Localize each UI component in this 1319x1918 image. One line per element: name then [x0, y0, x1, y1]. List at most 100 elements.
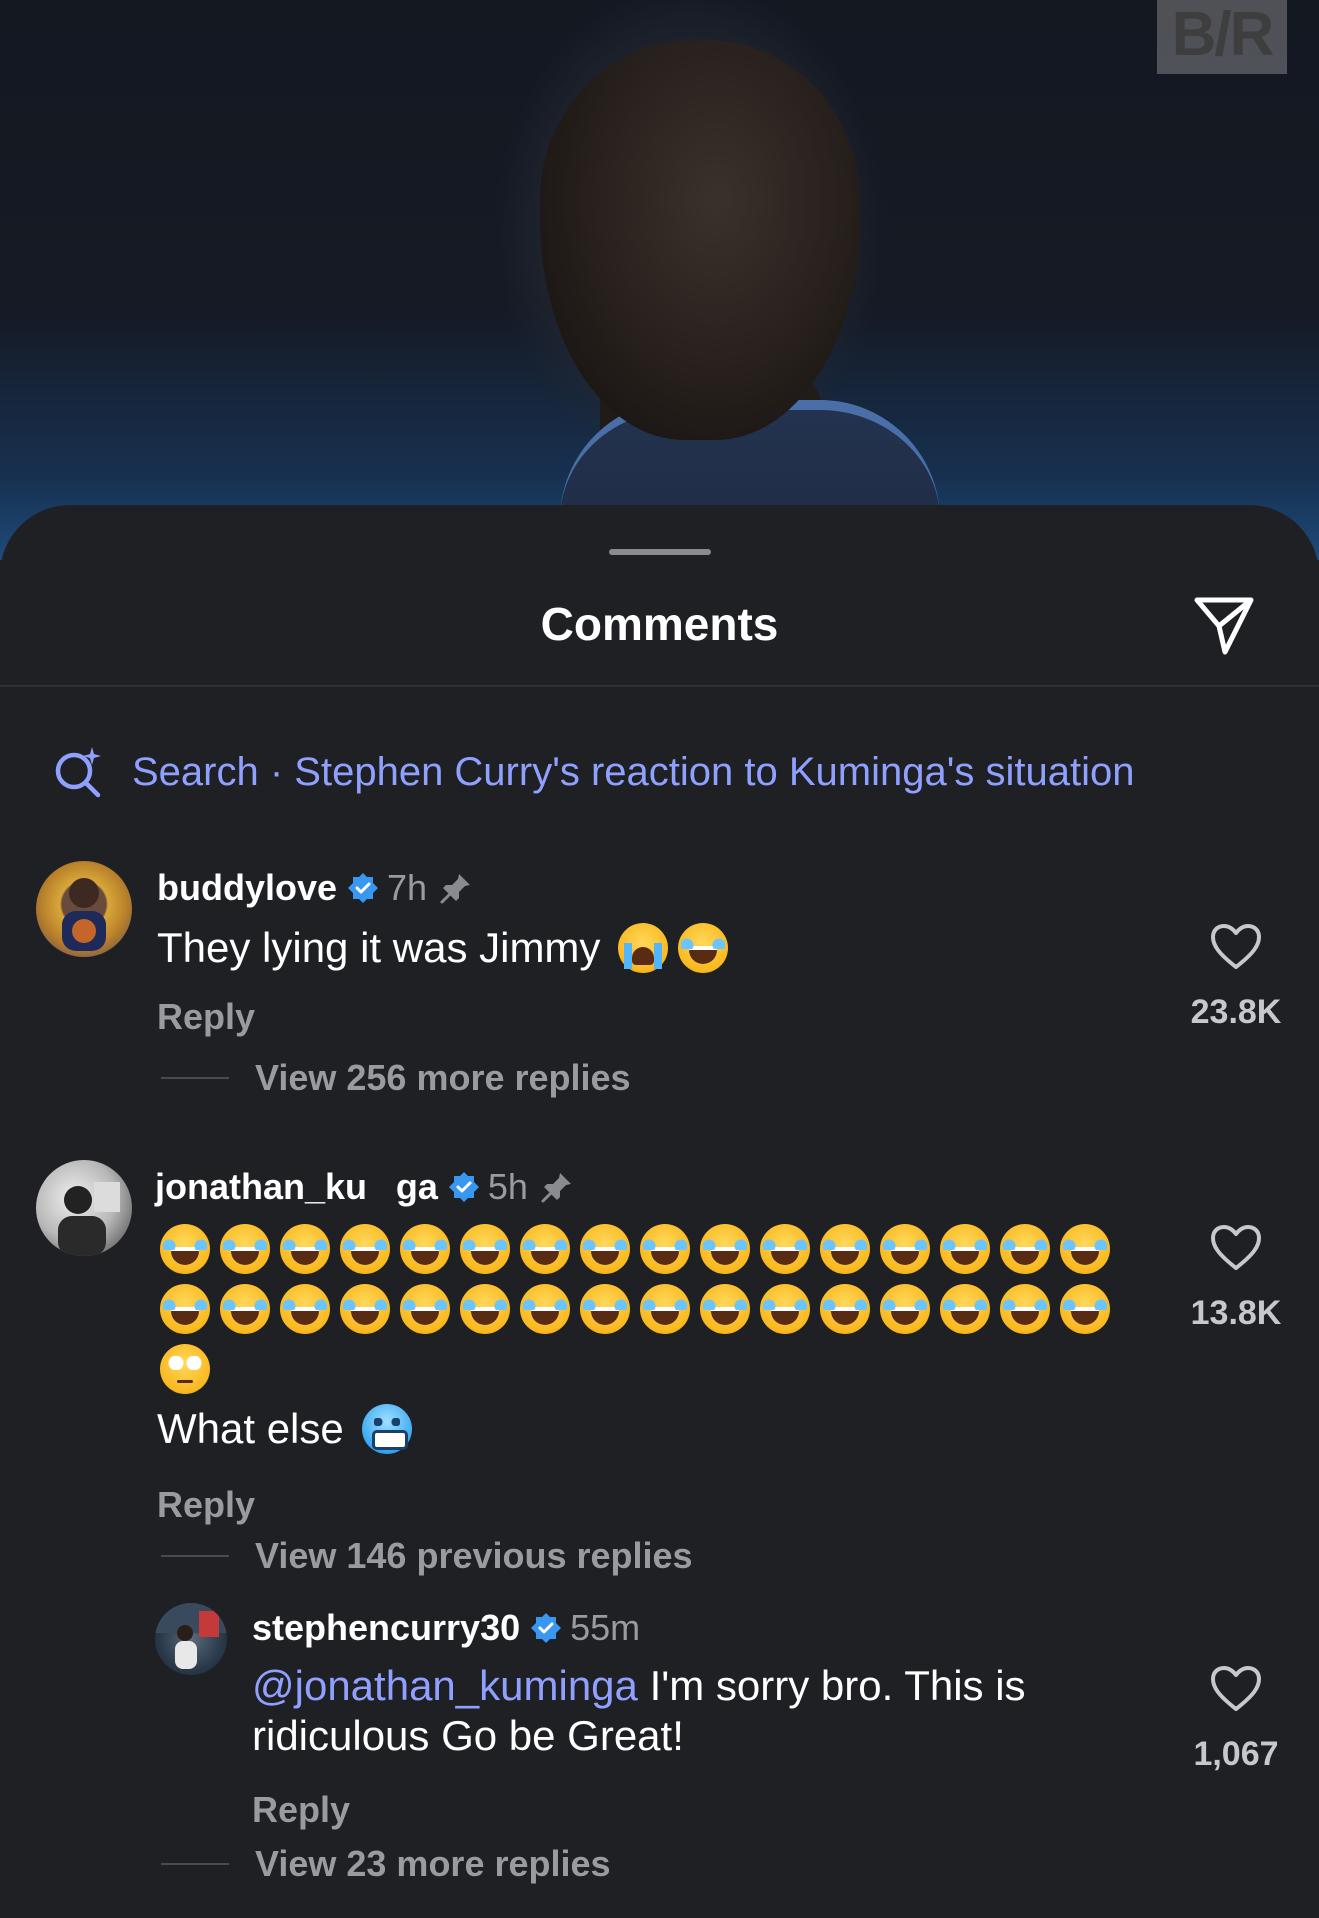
- replies-indent-line: [161, 1863, 229, 1865]
- like-count: 1,067: [1193, 1735, 1279, 1773]
- tears-of-joy-emoji: [400, 1224, 450, 1274]
- tears-of-joy-emoji: [700, 1224, 750, 1274]
- tears-of-joy-emoji: [678, 923, 729, 973]
- comment-header: stephencurry30 55m: [252, 1607, 640, 1649]
- timestamp: 55m: [570, 1607, 641, 1648]
- tears-of-joy-emoji: [580, 1284, 630, 1334]
- heart-icon[interactable]: [1210, 923, 1262, 971]
- tears-of-joy-emoji: [220, 1284, 270, 1334]
- emoji-line-2: [160, 1284, 1110, 1334]
- tears-of-joy-emoji: [340, 1284, 390, 1334]
- avatar[interactable]: [155, 1603, 227, 1675]
- tears-of-joy-emoji: [280, 1224, 330, 1274]
- header-divider: [0, 685, 1319, 687]
- pin-icon: [440, 874, 471, 904]
- timestamp: 5h: [487, 1166, 528, 1207]
- view-replies-text: View 23 more replies: [255, 1843, 611, 1884]
- comment-body: @jonathan_kuminga I'm sorry bro. This is…: [252, 1661, 1112, 1761]
- like-count: 23.8K: [1190, 993, 1282, 1031]
- tears-of-joy-emoji: [700, 1284, 750, 1334]
- view-replies-button[interactable]: View 256 more replies: [161, 1057, 631, 1099]
- comment-line-1: @jonathan_kuminga I'm sorry bro. This is: [252, 1661, 1112, 1711]
- like-group: 1,067: [1156, 1665, 1316, 1774]
- tears-of-joy-emoji: [880, 1224, 930, 1274]
- timestamp: 7h: [387, 867, 428, 908]
- comment-body: They lying it was Jimmy: [157, 923, 729, 973]
- tears-of-joy-emoji: [460, 1224, 510, 1274]
- related-search-text: Search · Stephen Curry's reaction to Kum…: [132, 749, 1135, 794]
- sheet-grabber[interactable]: [609, 549, 711, 555]
- cold-face-emoji: [361, 1404, 412, 1454]
- tears-of-joy-emoji: [400, 1284, 450, 1334]
- emoji-line-1: [160, 1224, 1110, 1274]
- heart-icon[interactable]: [1210, 1224, 1262, 1272]
- tears-of-joy-emoji: [760, 1224, 810, 1274]
- tears-of-joy-emoji: [160, 1284, 210, 1334]
- verified-badge-icon: [348, 873, 379, 903]
- sheet-title: Comments: [540, 598, 779, 650]
- comment-body: What else: [157, 1404, 412, 1454]
- mention-link[interactable]: @jonathan_kuminga: [252, 1662, 638, 1709]
- tears-of-joy-emoji: [160, 1224, 210, 1274]
- emoji-line-3: [160, 1344, 210, 1394]
- search-sparkle-icon: [55, 747, 101, 798]
- verified-badge-icon: [531, 1613, 562, 1643]
- tears-of-joy-emoji: [280, 1284, 330, 1334]
- avatar-image: [155, 1603, 227, 1669]
- like-count: 13.8K: [1190, 1294, 1282, 1332]
- loudly-crying-face-emoji: [618, 923, 669, 973]
- view-replies-button[interactable]: View 146 previous replies: [161, 1535, 693, 1577]
- heart-icon[interactable]: [1210, 1665, 1262, 1713]
- comment-line-2: ridiculous Go be Great!: [252, 1712, 684, 1759]
- pin-icon: [541, 1173, 571, 1203]
- br-watermark-logo: B/R: [1157, 0, 1287, 74]
- avatar-image: [58, 1182, 120, 1256]
- comment-text: I'm sorry bro. This is: [637, 1662, 1026, 1709]
- tears-of-joy-emoji: [220, 1224, 270, 1274]
- tears-of-joy-emoji: [1000, 1224, 1050, 1274]
- face-with-rolling-eyes-emoji: [160, 1344, 210, 1394]
- tears-of-joy-emoji: [520, 1284, 570, 1334]
- tears-of-joy-emoji: [580, 1224, 630, 1274]
- comments-sheet: Comments Search · Stephen Curry's reacti…: [0, 505, 1319, 1918]
- avatar[interactable]: [36, 861, 132, 957]
- tears-of-joy-emoji: [640, 1284, 690, 1334]
- photo-player-head: [540, 40, 860, 440]
- comment-header: buddylove 7h: [157, 867, 473, 909]
- tears-of-joy-emoji: [640, 1224, 690, 1274]
- like-group: 13.8K: [1156, 1224, 1316, 1333]
- reply-button[interactable]: Reply: [157, 996, 255, 1038]
- tears-of-joy-emoji: [820, 1284, 870, 1334]
- reply-button[interactable]: Reply: [157, 1484, 255, 1526]
- view-replies-text: View 146 previous replies: [255, 1535, 693, 1576]
- view-replies-text: View 256 more replies: [255, 1057, 631, 1098]
- post-photo: B/R: [0, 0, 1319, 560]
- reply-button[interactable]: Reply: [252, 1789, 350, 1831]
- verified-badge-icon: [448, 1172, 479, 1202]
- replies-indent-line: [161, 1555, 229, 1557]
- tears-of-joy-emoji: [760, 1284, 810, 1334]
- username[interactable]: buddylove: [157, 867, 337, 909]
- username[interactable]: stephencurry30: [252, 1607, 520, 1649]
- tears-of-joy-emoji: [520, 1224, 570, 1274]
- tears-of-joy-emoji: [340, 1224, 390, 1274]
- tears-of-joy-emoji: [940, 1284, 990, 1334]
- tears-of-joy-emoji: [1060, 1284, 1110, 1334]
- tears-of-joy-emoji: [880, 1284, 930, 1334]
- comment-text: What else: [157, 1405, 344, 1452]
- send-icon: [1194, 597, 1254, 655]
- related-search-link[interactable]: Search · Stephen Curry's reaction to Kum…: [52, 745, 1134, 799]
- avatar-image: [62, 878, 106, 951]
- instagram-comments-screen: B/R Comments Search · Stephen Curry's re…: [0, 0, 1319, 1918]
- view-replies-button[interactable]: View 23 more replies: [161, 1843, 611, 1885]
- tears-of-joy-emoji: [460, 1284, 510, 1334]
- tears-of-joy-emoji: [820, 1224, 870, 1274]
- tears-of-joy-emoji: [940, 1224, 990, 1274]
- replies-indent-line: [161, 1077, 229, 1079]
- comment-header: jonathan_ku ga 5h: [155, 1166, 574, 1208]
- share-button[interactable]: [1188, 589, 1260, 661]
- username[interactable]: jonathan_ku ga: [155, 1166, 438, 1208]
- tears-of-joy-emoji: [1000, 1284, 1050, 1334]
- avatar[interactable]: [36, 1160, 132, 1256]
- comment-text: They lying it was Jimmy: [157, 924, 601, 971]
